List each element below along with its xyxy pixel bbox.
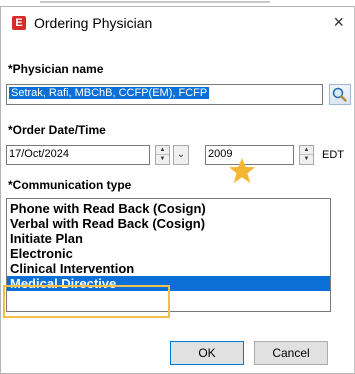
close-icon[interactable]: × [333,12,344,32]
date-dropdown-button[interactable]: ⌄ [173,145,189,165]
physician-name-value: Setrak, Rafi, MBChB, CCFP(EM), FCFP [9,87,210,99]
list-item[interactable]: Electronic [7,246,330,261]
list-item[interactable]: Initiate Plan [7,231,330,246]
list-item-selected[interactable]: Medical Directive [7,276,330,291]
order-date-value: 17/Oct/2024 [9,148,69,160]
date-spinner[interactable]: ▲ ▼ [155,145,170,165]
date-spin-down[interactable]: ▼ [156,155,169,164]
ordering-physician-dialog: E Ordering Physician × *Physician name S… [0,6,355,374]
ok-button[interactable]: OK [170,341,244,365]
communication-type-label: *Communication type [8,178,132,192]
date-spin-up[interactable]: ▲ [156,146,169,155]
chevron-down-icon: ⌄ [176,149,186,160]
magnifier-icon [332,87,347,102]
star-annotation-icon [229,158,255,183]
list-item[interactable]: Phone with Read Back (Cosign) [7,201,330,216]
order-date-time-label: *Order Date/Time [8,123,106,137]
timezone-label: EDT [322,149,344,161]
title-bar: E Ordering Physician × [1,7,354,39]
physician-lookup-button[interactable] [329,84,351,105]
time-spin-down[interactable]: ▼ [300,155,313,164]
order-date-field[interactable]: 17/Oct/2024 [6,145,150,165]
time-spinner[interactable]: ▲ ▼ [299,145,314,165]
dialog-title: Ordering Physician [34,15,153,31]
list-item[interactable]: Clinical Intervention [7,261,330,276]
list-item[interactable]: Verbal with Read Back (Cosign) [7,216,330,231]
physician-name-label: *Physician name [8,62,104,76]
cancel-button[interactable]: Cancel [254,341,328,365]
app-icon: E [12,16,26,30]
communication-type-list[interactable]: Phone with Read Back (Cosign) Verbal wit… [6,198,331,312]
time-spin-up[interactable]: ▲ [300,146,313,155]
physician-name-field[interactable]: Setrak, Rafi, MBChB, CCFP(EM), FCFP [6,84,323,105]
